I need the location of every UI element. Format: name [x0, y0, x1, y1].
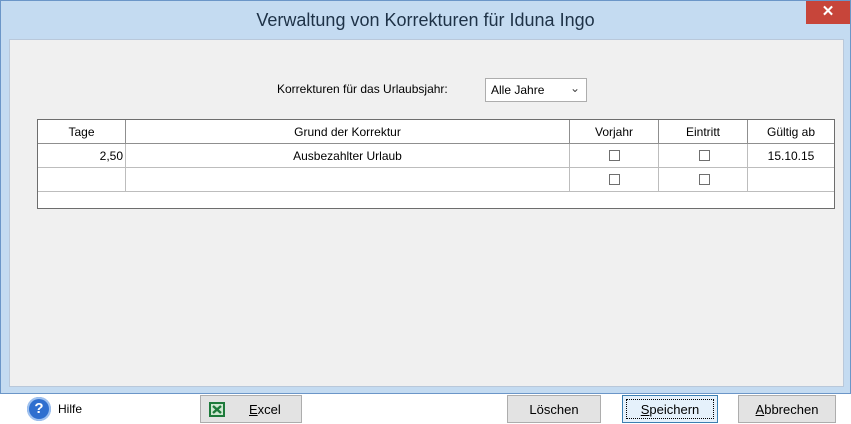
cancel-button[interactable]: Abbrechen — [738, 395, 836, 423]
column-header-vorjahr[interactable]: Vorjahr — [570, 120, 659, 144]
cell-grund[interactable]: Ausbezahlter Urlaub — [126, 144, 570, 168]
cell-vorjahr[interactable] — [570, 144, 659, 168]
title-bar[interactable]: Verwaltung von Korrekturen für Iduna Ing… — [1, 1, 850, 39]
excel-icon — [209, 402, 225, 417]
cell-eintritt[interactable] — [659, 168, 748, 192]
cell-tage[interactable]: 2,50 — [38, 144, 126, 168]
cancel-button-label: Abbrechen — [755, 402, 819, 417]
cell-vorjahr[interactable] — [570, 168, 659, 192]
save-button[interactable]: Speichern — [622, 395, 718, 423]
close-icon: ✕ — [821, 3, 835, 20]
cell-gueltig[interactable] — [748, 168, 834, 192]
eintritt-checkbox[interactable] — [699, 174, 710, 185]
dialog-window: Verwaltung von Korrekturen für Iduna Ing… — [0, 0, 851, 423]
column-header-tage[interactable]: Tage — [38, 120, 126, 144]
focus-outline — [626, 399, 714, 419]
chevron-down-icon: ⌄ — [569, 81, 580, 95]
vorjahr-checkbox[interactable] — [609, 150, 620, 161]
year-filter-label: Korrekturen für das Urlaubsjahr: — [277, 82, 448, 96]
window-title: Verwaltung von Korrekturen für Iduna Ing… — [256, 10, 595, 30]
delete-button[interactable]: Löschen — [507, 395, 601, 423]
cell-eintritt[interactable] — [659, 144, 748, 168]
cell-gueltig[interactable]: 15.10.15 — [748, 144, 834, 168]
close-button[interactable]: ✕ — [806, 1, 850, 24]
eintritt-checkbox[interactable] — [699, 150, 710, 161]
cell-tage[interactable] — [38, 168, 126, 192]
column-header-grund[interactable]: Grund der Korrektur — [126, 120, 570, 144]
year-filter-value: Alle Jahre — [491, 83, 545, 97]
help-icon[interactable]: ? — [27, 397, 51, 421]
dialog-content: Korrekturen für das Urlaubsjahr: Alle Ja… — [9, 39, 844, 423]
help-label[interactable]: Hilfe — [58, 402, 82, 416]
corrections-table: Tage Grund der Korrektur Vorjahr Eintrit… — [37, 119, 835, 209]
excel-button[interactable]: Excel — [200, 395, 302, 423]
year-filter-select[interactable]: Alle Jahre ⌄ — [485, 78, 587, 102]
cell-grund[interactable] — [126, 168, 570, 192]
column-header-eintritt[interactable]: Eintritt — [659, 120, 748, 144]
vorjahr-checkbox[interactable] — [609, 174, 620, 185]
column-header-gueltig[interactable]: Gültig ab — [748, 120, 834, 144]
excel-button-label: Excel — [249, 402, 281, 417]
